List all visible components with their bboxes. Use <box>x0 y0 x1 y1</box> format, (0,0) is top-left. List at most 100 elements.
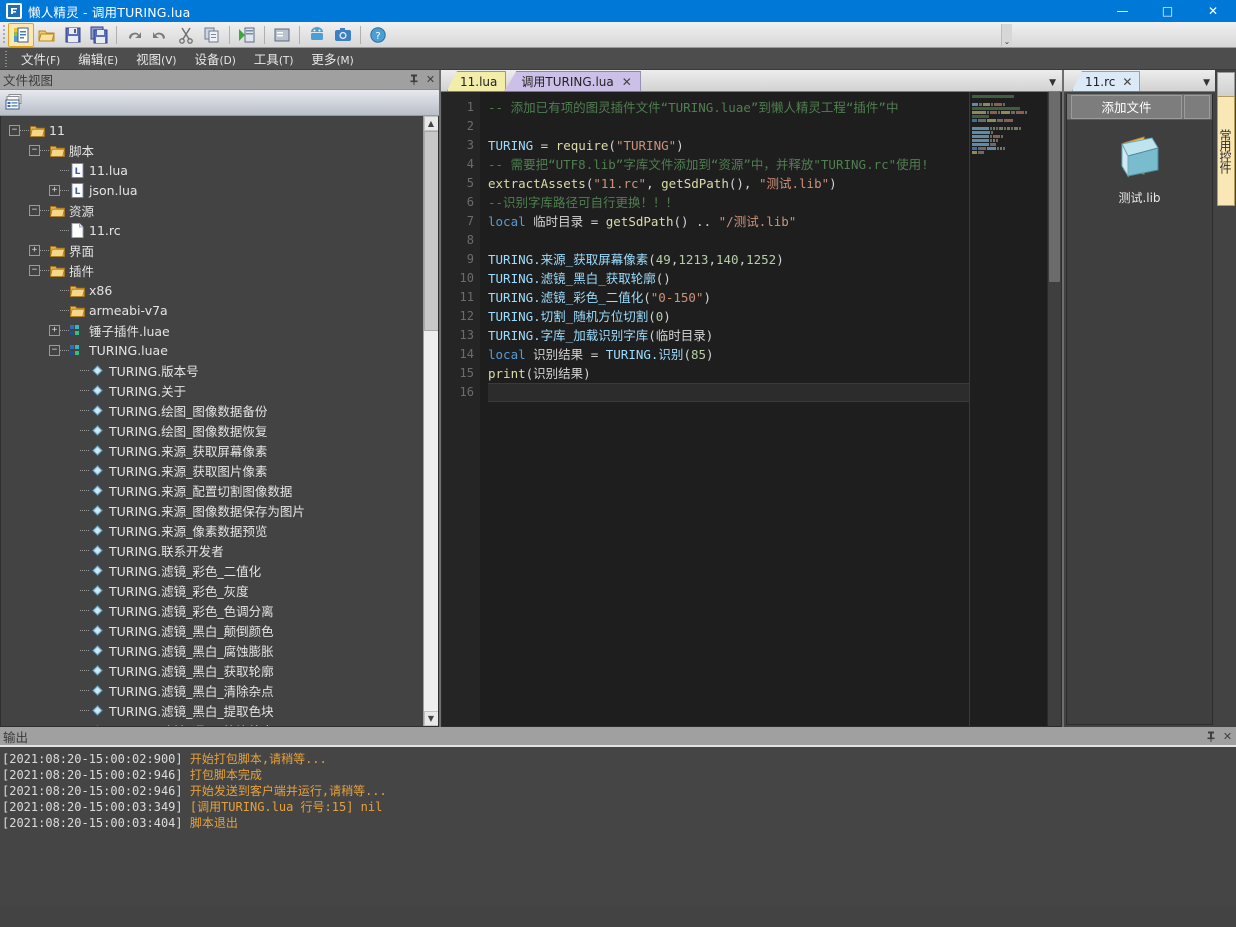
code-line[interactable]: TURING = require("TURING") <box>488 136 969 155</box>
vertical-tab-head[interactable] <box>1216 72 1235 96</box>
tree-item[interactable]: TURING.滤镜_彩色_灰度 <box>3 580 423 600</box>
tree-item[interactable]: + 界面 <box>3 240 423 260</box>
toolbar-overflow-button[interactable]: ⌄ <box>1001 24 1012 46</box>
code-editor[interactable]: 1 2 3 4 5 6 7 8 9 10 11 12 13 14 15 16 -- 添加已有项的图灵插件文件“… <box>441 92 1062 727</box>
run-icon[interactable] <box>234 23 260 47</box>
tree-item[interactable]: TURING.滤镜_黑白_提取色块 <box>3 700 423 720</box>
tree-item[interactable]: TURING.联系开发者 <box>3 540 423 560</box>
tree-item[interactable]: TURING.来源_图像数据保存为图片 <box>3 500 423 520</box>
editor-scroll-thumb[interactable] <box>1049 92 1060 282</box>
tab-close-icon[interactable]: ✕ <box>622 75 632 89</box>
tree-item[interactable]: TURING.来源_配置切割图像数据 <box>3 480 423 500</box>
resource-file-list[interactable]: 测试.lib <box>1067 120 1212 724</box>
menu-item-file[interactable]: 文件(F) <box>12 47 69 70</box>
code-line[interactable]: TURING.滤镜_彩色_二值化("0-150") <box>488 288 969 307</box>
new-project-icon[interactable] <box>8 22 34 47</box>
save-icon[interactable] <box>60 23 86 47</box>
close-icon[interactable]: ✕ <box>1219 727 1236 745</box>
tree-item[interactable]: + 锤子插件.luae <box>3 320 423 340</box>
collapse-toggle-icon[interactable]: − <box>29 264 40 276</box>
menubar-grip[interactable] <box>2 50 10 67</box>
editor-scrollbar[interactable] <box>1047 92 1061 726</box>
menu-item-more[interactable]: 更多(M) <box>302 47 362 70</box>
tree-item[interactable]: − 资源 <box>3 200 423 220</box>
tree-item[interactable]: TURING.来源_获取屏幕像素 <box>3 440 423 460</box>
project-list-icon[interactable] <box>4 93 24 113</box>
menu-item-edit[interactable]: 编辑(E) <box>69 47 127 70</box>
tree-item[interactable]: − 11 <box>3 120 423 140</box>
maximize-button[interactable]: □ <box>1145 0 1190 22</box>
resource-file-item[interactable]: 测试.lib <box>1101 130 1179 206</box>
menu-item-view[interactable]: 视图(V) <box>127 47 185 70</box>
tab-list-dropdown-icon[interactable]: ▼ <box>1203 78 1210 88</box>
file-tree-scrollbar[interactable]: ▲ ▼ <box>423 116 438 726</box>
add-file-button[interactable]: 添加文件 <box>1071 94 1182 119</box>
code-line[interactable]: TURING.字库_加载识别字库(临时目录) <box>488 326 969 345</box>
code-line[interactable]: local 识别结果 = TURING.识别(85) <box>488 345 969 364</box>
tab-close-icon[interactable]: ✕ <box>1122 75 1132 89</box>
toolbar-grip[interactable] <box>1 24 8 45</box>
code-line[interactable]: -- 需要把“UTF8.lib”字库文件添加到“资源”中，并释放"TURING.… <box>488 155 969 174</box>
code-line[interactable]: local 临时目录 = getSdPath() .. "/测试.lib" <box>488 212 969 231</box>
menu-item-tools[interactable]: 工具(T) <box>245 47 303 70</box>
close-icon[interactable]: ✕ <box>422 71 439 89</box>
tree-item[interactable]: TURING.版本号 <box>3 360 423 380</box>
tree-item[interactable]: TURING.滤镜_通用_等比放大 <box>3 720 423 726</box>
open-folder-icon[interactable] <box>34 23 60 47</box>
expand-toggle-icon[interactable]: + <box>49 184 60 196</box>
stop-icon[interactable] <box>269 23 295 47</box>
tree-item[interactable]: armeabi-v7a <box>3 300 423 320</box>
code-content[interactable]: -- 添加已有项的图灵插件文件“TURING.luae”到懒人精灵工程“插件”中… <box>480 92 969 726</box>
vertical-tab-common-controls[interactable]: 常用控件 <box>1216 96 1235 206</box>
tree-item[interactable]: 11.rc <box>3 220 423 240</box>
undo-icon[interactable] <box>147 23 173 47</box>
code-line[interactable] <box>488 383 969 402</box>
tree-item[interactable]: TURING.来源_获取图片像素 <box>3 460 423 480</box>
code-line[interactable]: extractAssets("11.rc", getSdPath(), "测试.… <box>488 174 969 193</box>
tree-item[interactable]: TURING.滤镜_黑白_清除杂点 <box>3 680 423 700</box>
collapse-toggle-icon[interactable]: − <box>49 344 60 356</box>
code-line[interactable]: TURING.切割_随机方位切割(0) <box>488 307 969 326</box>
screenshot-icon[interactable] <box>330 23 356 47</box>
editor-tab-11-lua[interactable]: 11.lua <box>447 71 507 91</box>
code-line[interactable]: TURING.滤镜_黑白_获取轮廓() <box>488 269 969 288</box>
pin-icon[interactable] <box>405 71 422 89</box>
tree-item[interactable]: TURING.滤镜_黑白_颠倒颜色 <box>3 620 423 640</box>
code-line[interactable] <box>488 117 969 136</box>
redo-icon[interactable] <box>121 23 147 47</box>
save-all-icon[interactable] <box>86 23 112 47</box>
tree-item[interactable]: TURING.绘图_图像数据备份 <box>3 400 423 420</box>
resource-extra-button[interactable] <box>1184 94 1210 119</box>
tree-item[interactable]: TURING.滤镜_彩色_二值化 <box>3 560 423 580</box>
code-line[interactable]: TURING.来源_获取屏幕像素(49,1213,140,1252) <box>488 250 969 269</box>
collapse-toggle-icon[interactable]: − <box>9 124 20 136</box>
tree-item[interactable]: − 脚本 <box>3 140 423 160</box>
tree-item[interactable]: TURING.绘图_图像数据恢复 <box>3 420 423 440</box>
collapse-toggle-icon[interactable]: − <box>29 204 40 216</box>
resource-tab-11-rc[interactable]: 11.rc ✕ <box>1072 71 1141 91</box>
code-line[interactable]: --识别字库路径可自行更换！！！ <box>488 193 969 212</box>
tree-item[interactable]: − TURING.luae <box>3 340 423 360</box>
tree-item[interactable]: L 11.lua <box>3 160 423 180</box>
tree-item[interactable]: x86 <box>3 280 423 300</box>
editor-tab-turing-lua[interactable]: 调用TURING.lua ✕ <box>504 71 641 91</box>
menu-item-device[interactable]: 设备(D) <box>186 47 245 70</box>
tree-item[interactable]: + Ljson.lua <box>3 180 423 200</box>
code-line[interactable]: -- 添加已有项的图灵插件文件“TURING.luae”到懒人精灵工程“插件”中 <box>488 98 969 117</box>
scroll-up-arrow[interactable]: ▲ <box>423 116 438 131</box>
android-device-icon[interactable] <box>304 23 330 47</box>
tree-item[interactable]: TURING.滤镜_黑白_获取轮廓 <box>3 660 423 680</box>
pin-icon[interactable] <box>1202 727 1219 745</box>
file-tree[interactable]: −11− 脚本 L 11.lua + Ljson.lua − 资源 11.rc + 界面 − 插件 x86… <box>1 116 423 726</box>
tree-item[interactable]: TURING.滤镜_彩色_色调分离 <box>3 600 423 620</box>
expand-toggle-icon[interactable]: + <box>49 324 60 336</box>
output-log[interactable]: [2021:08:20-15:00:02:900] 开始打包脚本,请稍等...[… <box>0 745 1236 906</box>
tree-item[interactable]: TURING.来源_像素数据预览 <box>3 520 423 540</box>
tree-item[interactable]: − 插件 <box>3 260 423 280</box>
expand-toggle-icon[interactable]: + <box>29 244 40 256</box>
code-line[interactable] <box>488 231 969 250</box>
collapse-toggle-icon[interactable]: − <box>29 144 40 156</box>
close-button[interactable]: ✕ <box>1190 0 1236 22</box>
scroll-track[interactable] <box>423 131 438 711</box>
code-minimap[interactable] <box>969 92 1047 726</box>
